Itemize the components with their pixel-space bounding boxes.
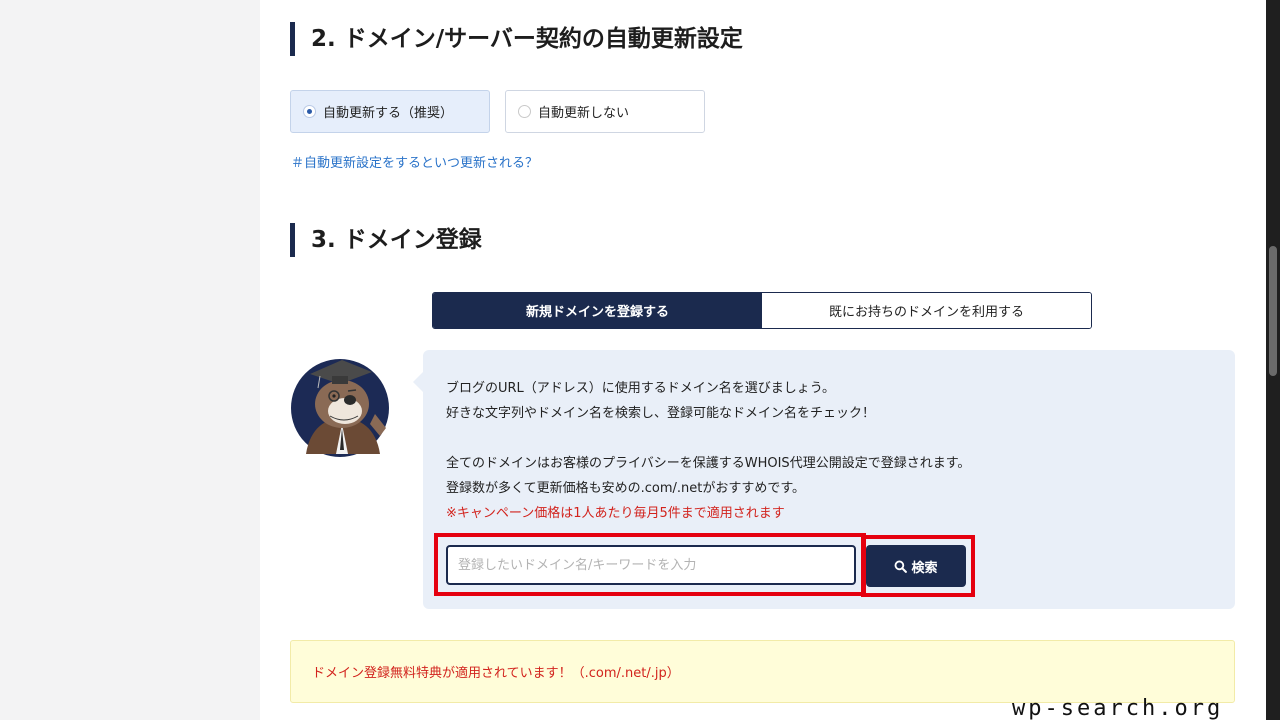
watermark: wp-search.org	[1012, 696, 1224, 720]
section-title-domain-register: 3. ドメイン登録	[290, 223, 482, 257]
radio-auto-renew-off[interactable]: 自動更新しない	[505, 90, 705, 133]
free-domain-notice: ドメイン登録無料特典が適用されています！（.com/.net/.jp）	[290, 640, 1235, 703]
mascot-otter-avatar	[291, 359, 389, 457]
scrollbar-thumb[interactable]	[1269, 246, 1277, 376]
radio-auto-renew-on[interactable]: 自動更新する（推奨）	[290, 90, 490, 133]
domain-search-button[interactable]: 検索	[866, 545, 966, 587]
tab-new-domain[interactable]: 新規ドメインを登録する	[433, 293, 762, 328]
tab-existing-domain[interactable]: 既にお持ちのドメインを利用する	[762, 293, 1091, 328]
radio-label: 自動更新しない	[538, 106, 630, 121]
radio-unselected-icon	[518, 105, 531, 118]
info-line: ブログのURL（アドレス）に使用するドメイン名を選びましょう。	[446, 381, 836, 396]
radio-selected-icon	[303, 105, 316, 118]
section-title-auto-renew: 2. ドメイン/サーバー契約の自動更新設定	[290, 22, 743, 56]
auto-renew-help-link[interactable]: ＃自動更新設定をするといつ更新される？	[291, 152, 538, 171]
radio-label: 自動更新する（推奨）	[323, 106, 454, 121]
domain-search-input[interactable]	[446, 545, 856, 585]
search-icon	[895, 560, 908, 573]
info-line: 登録数が多くて更新価格も安めの.com/.netがおすすめです。	[446, 481, 806, 496]
search-button-label: 検索	[911, 560, 938, 576]
domain-tabs: 新規ドメインを登録する 既にお持ちのドメインを利用する	[432, 292, 1092, 329]
info-line: 好きな文字列やドメイン名を検索し、登録可能なドメイン名をチェック！	[446, 406, 876, 421]
campaign-note: ※キャンペーン価格は1人あたり毎月5件まで適用されます	[446, 506, 785, 521]
info-line: 全てのドメインはお客様のプライバシーを保護するWHOIS代理公開設定で登録されま…	[446, 456, 971, 471]
